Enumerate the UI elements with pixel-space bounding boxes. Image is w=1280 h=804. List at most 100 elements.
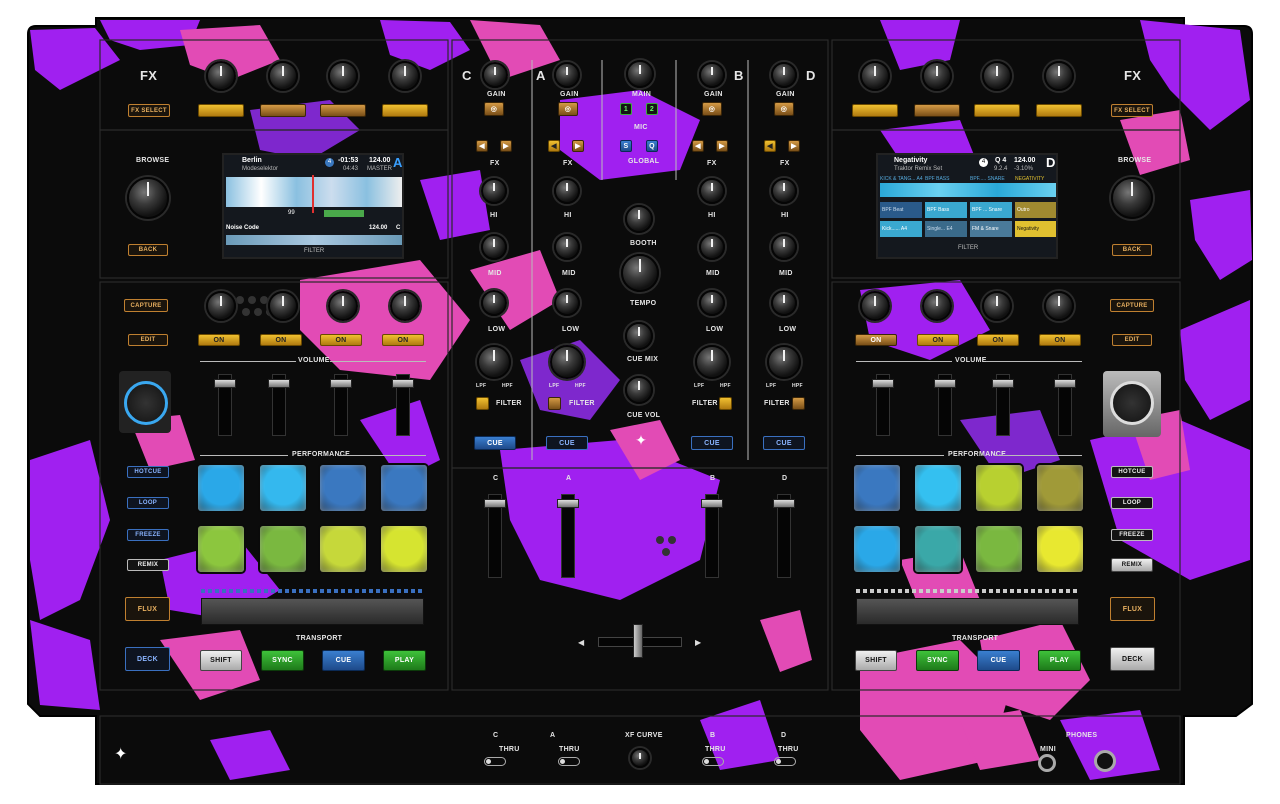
volume-fader-4-right[interactable] bbox=[1054, 374, 1076, 436]
fx-button-4[interactable] bbox=[382, 104, 428, 117]
fx-knob-5[interactable] bbox=[860, 61, 890, 91]
pad-5-right[interactable] bbox=[854, 526, 900, 572]
sync-button-right[interactable]: SYNC bbox=[916, 650, 959, 671]
pad-6-right[interactable] bbox=[915, 526, 961, 572]
loop-encoder-left[interactable] bbox=[124, 381, 168, 425]
filter-knob-c[interactable] bbox=[477, 345, 511, 379]
gain-knob-a[interactable] bbox=[554, 62, 580, 88]
fx-button-1[interactable] bbox=[198, 104, 244, 117]
fx-next-b-icon[interactable]: ▶ bbox=[716, 140, 728, 152]
browse-encoder-right[interactable] bbox=[1111, 177, 1153, 219]
fx-prev-b-icon[interactable]: ◀ bbox=[692, 140, 704, 152]
volume-fader-1-left[interactable] bbox=[214, 374, 236, 436]
hotcue-button-left[interactable]: HOTCUE bbox=[127, 466, 169, 478]
headphone-cue-b-icon[interactable]: ◎ bbox=[702, 102, 722, 116]
fx-next-a-icon[interactable]: ▶ bbox=[572, 140, 584, 152]
sync-button-left[interactable]: SYNC bbox=[261, 650, 304, 671]
fx-knob-6[interactable] bbox=[922, 61, 952, 91]
low-knob-b[interactable] bbox=[699, 290, 725, 316]
flux-button-left[interactable]: FLUX bbox=[125, 597, 170, 621]
play-button-right[interactable]: PLAY bbox=[1038, 650, 1081, 671]
low-knob-d[interactable] bbox=[771, 290, 797, 316]
volume-fader-2-left[interactable] bbox=[268, 374, 290, 436]
headphone-cue-c-icon[interactable]: ◎ bbox=[484, 102, 504, 116]
on-button-1-right[interactable]: ON bbox=[855, 334, 897, 346]
pad-8-right[interactable] bbox=[1037, 526, 1083, 572]
thru-switch-b[interactable] bbox=[702, 757, 724, 766]
crossfader[interactable] bbox=[633, 624, 643, 658]
cue-button-b[interactable]: CUE bbox=[691, 436, 733, 450]
thru-switch-d[interactable] bbox=[774, 757, 796, 766]
volume-fader-1-right[interactable] bbox=[872, 374, 894, 436]
volume-fader-4-left[interactable] bbox=[392, 374, 414, 436]
fx-knob-3[interactable] bbox=[328, 61, 358, 91]
main-knob[interactable] bbox=[626, 60, 654, 88]
booth-knob[interactable] bbox=[625, 205, 653, 233]
filter-knob-a[interactable] bbox=[550, 345, 584, 379]
hi-knob-b[interactable] bbox=[699, 178, 725, 204]
global-quantize-button[interactable]: Q bbox=[646, 140, 658, 152]
low-knob-a[interactable] bbox=[554, 290, 580, 316]
channel-fader-d[interactable] bbox=[773, 494, 795, 578]
remix-knob-3[interactable] bbox=[328, 291, 358, 321]
fx-button-3[interactable] bbox=[320, 104, 366, 117]
channel-fader-c[interactable] bbox=[484, 494, 506, 578]
global-sync-button[interactable]: S bbox=[620, 140, 632, 152]
freeze-button-left[interactable]: FREEZE bbox=[127, 529, 169, 541]
pad-4-right[interactable] bbox=[1037, 465, 1083, 511]
on-button-1-left[interactable]: ON bbox=[198, 334, 240, 346]
mid-knob-d[interactable] bbox=[771, 234, 797, 260]
remix-knob-4[interactable] bbox=[390, 291, 420, 321]
volume-fader-2-right[interactable] bbox=[934, 374, 956, 436]
thru-switch-a[interactable] bbox=[558, 757, 580, 766]
cue-button-c[interactable]: CUE bbox=[474, 436, 516, 450]
volume-fader-3-left[interactable] bbox=[330, 374, 352, 436]
remix-knob-6[interactable] bbox=[922, 291, 952, 321]
low-knob-c[interactable] bbox=[481, 290, 507, 316]
fx-knob-7[interactable] bbox=[982, 61, 1012, 91]
filter-on-c[interactable] bbox=[476, 397, 489, 410]
cue-button-left[interactable]: CUE bbox=[322, 650, 365, 671]
touch-strip-left[interactable] bbox=[201, 598, 424, 625]
remix-knob-5[interactable] bbox=[860, 291, 890, 321]
volume-fader-3-right[interactable] bbox=[992, 374, 1014, 436]
back-button-right[interactable]: BACK bbox=[1112, 244, 1152, 256]
remix-knob-2[interactable] bbox=[268, 291, 298, 321]
gain-knob-c[interactable] bbox=[482, 62, 508, 88]
flux-button-right[interactable]: FLUX bbox=[1110, 597, 1155, 621]
cue-button-right[interactable]: CUE bbox=[977, 650, 1020, 671]
filter-on-a[interactable] bbox=[548, 397, 561, 410]
fx-next-c-icon[interactable]: ▶ bbox=[500, 140, 512, 152]
thru-switch-c[interactable] bbox=[484, 757, 506, 766]
deck-button-left[interactable]: DECK bbox=[125, 647, 170, 671]
fx-prev-d-icon[interactable]: ◀ bbox=[764, 140, 776, 152]
pad-2-right[interactable] bbox=[915, 465, 961, 511]
channel-fader-a[interactable] bbox=[557, 494, 579, 578]
filter-on-d[interactable] bbox=[792, 397, 805, 410]
capture-button-left[interactable]: CAPTURE bbox=[124, 299, 168, 312]
browse-encoder-left[interactable] bbox=[127, 177, 169, 219]
remix-knob-7[interactable] bbox=[982, 291, 1012, 321]
fx-knob-8[interactable] bbox=[1044, 61, 1074, 91]
fx-button-2[interactable] bbox=[260, 104, 306, 117]
shift-button-left[interactable]: SHIFT bbox=[200, 650, 242, 671]
xf-curve-knob[interactable] bbox=[630, 748, 650, 768]
cue-button-a[interactable]: CUE bbox=[546, 436, 588, 450]
remix-knob-1[interactable] bbox=[206, 291, 236, 321]
fx-knob-2[interactable] bbox=[268, 61, 298, 91]
on-button-3-left[interactable]: ON bbox=[320, 334, 362, 346]
headphone-cue-d-icon[interactable]: ◎ bbox=[774, 102, 794, 116]
loop-button-right[interactable]: LOOP bbox=[1111, 497, 1153, 509]
mid-knob-c[interactable] bbox=[481, 234, 507, 260]
cue-button-d[interactable]: CUE bbox=[763, 436, 805, 450]
hotcue-button-right[interactable]: HOTCUE bbox=[1111, 466, 1153, 478]
pad-7-right[interactable] bbox=[976, 526, 1022, 572]
on-button-4-left[interactable]: ON bbox=[382, 334, 424, 346]
filter-on-b[interactable] bbox=[719, 397, 732, 410]
pad-6-left[interactable] bbox=[260, 526, 306, 572]
remix-button-right[interactable]: REMIX bbox=[1111, 558, 1153, 572]
edit-button-right[interactable]: EDIT bbox=[1112, 334, 1152, 346]
fx-prev-c-icon[interactable]: ◀ bbox=[476, 140, 488, 152]
fx-button-7[interactable] bbox=[974, 104, 1020, 117]
pad-5-left[interactable] bbox=[198, 526, 244, 572]
